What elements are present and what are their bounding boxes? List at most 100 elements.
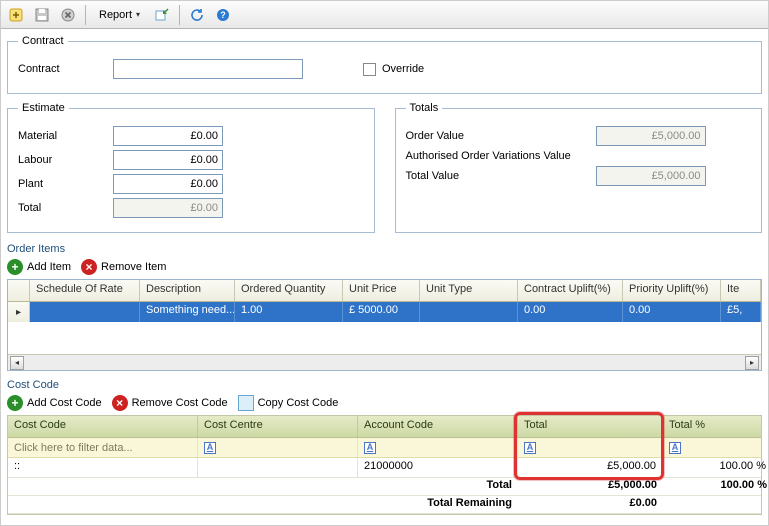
copy-cost-code-label: Copy Cost Code — [258, 397, 339, 409]
order-value-input — [596, 126, 706, 146]
col-schedule-of-rate[interactable]: Schedule Of Rate — [30, 280, 140, 301]
filter-pct[interactable]: A — [663, 438, 768, 457]
estimate-total-input — [113, 198, 223, 218]
report-label: Report — [99, 9, 132, 21]
filter-account[interactable]: A — [358, 438, 518, 457]
table-row[interactable]: ▸ Something need... 1.00 £ 5000.00 0.00 … — [8, 302, 761, 322]
filter-icon: A — [364, 442, 376, 454]
estimate-group: Estimate Material Labour Plant Total — [7, 102, 375, 233]
order-items-grid[interactable]: Schedule Of Rate Description Ordered Qua… — [7, 279, 762, 371]
add-item-button[interactable]: + Add Item — [7, 259, 71, 275]
cell-total[interactable]: £5,000.00 — [518, 458, 663, 477]
labour-input[interactable] — [113, 150, 223, 170]
col-total[interactable]: Total — [518, 416, 663, 437]
estimate-total-label: Total — [18, 202, 113, 214]
help-icon[interactable]: ? — [212, 4, 234, 26]
totals-row: Total £5,000.00 100.00 % — [8, 478, 761, 496]
add-cost-code-label: Add Cost Code — [27, 397, 102, 409]
contract-input[interactable] — [113, 59, 303, 79]
save-icon[interactable] — [31, 4, 53, 26]
remove-cost-code-label: Remove Cost Code — [132, 397, 228, 409]
footer-remain-label: Total Remaining — [358, 496, 518, 513]
remove-cost-code-button[interactable]: ×Remove Cost Code — [112, 395, 228, 411]
filter-centre[interactable]: A — [198, 438, 358, 457]
plant-input[interactable] — [113, 174, 223, 194]
cell-pct[interactable]: 100.00 % — [663, 458, 768, 477]
x-icon: × — [81, 259, 97, 275]
labour-label: Labour — [18, 154, 113, 166]
scroll-right-icon[interactable]: ▸ — [745, 356, 759, 370]
main-toolbar: Report ▾ ? — [1, 1, 768, 29]
override-label: Override — [382, 63, 424, 75]
col-ordered-quantity[interactable]: Ordered Quantity — [235, 280, 343, 301]
cell-centre[interactable] — [198, 458, 358, 477]
order-items-legend: Order Items — [7, 243, 762, 255]
col-total-pct[interactable]: Total % — [663, 416, 768, 437]
filter-hint[interactable]: Click here to filter data... — [8, 438, 198, 457]
col-description[interactable]: Description — [140, 280, 235, 301]
table-row[interactable]: :: 21000000 £5,000.00 100.00 % — [8, 458, 761, 478]
footer-total-label: Total — [358, 478, 518, 495]
contract-group: Contract Contract Override — [7, 35, 762, 94]
contract-label: Contract — [18, 63, 113, 75]
cell-itm[interactable]: £5, — [721, 302, 761, 322]
separator — [85, 5, 86, 25]
cancel-icon[interactable] — [57, 4, 79, 26]
col-unit-price[interactable]: Unit Price — [343, 280, 420, 301]
cell-utype[interactable] — [420, 302, 518, 322]
remaining-row: Total Remaining £0.00 — [8, 496, 761, 514]
material-input[interactable] — [113, 126, 223, 146]
cell-pup[interactable]: 0.00 — [623, 302, 721, 322]
cell-code[interactable]: :: — [8, 458, 198, 477]
total-value-input — [596, 166, 706, 186]
col-account-code[interactable]: Account Code — [358, 416, 518, 437]
cost-code-grid[interactable]: Cost Code Cost Centre Account Code Total… — [7, 415, 762, 515]
add-item-label: Add Item — [27, 261, 71, 273]
totals-legend: Totals — [406, 102, 443, 114]
order-value-label: Order Value — [406, 130, 596, 142]
filter-total[interactable]: A — [518, 438, 663, 457]
footer-remain-val: £0.00 — [518, 496, 663, 513]
cell-sor[interactable] — [30, 302, 140, 322]
col-cost-code[interactable]: Cost Code — [8, 416, 198, 437]
col-cost-centre[interactable]: Cost Centre — [198, 416, 358, 437]
cell-desc[interactable]: Something need... — [140, 302, 235, 322]
col-priority-uplift[interactable]: Priority Uplift(%) — [623, 280, 721, 301]
cost-code-legend: Cost Code — [7, 379, 762, 391]
svg-text:?: ? — [220, 10, 226, 20]
add-cost-code-button[interactable]: + Add Cost Code — [7, 395, 102, 411]
override-checkbox[interactable] — [363, 63, 376, 76]
cell-price[interactable]: £ 5000.00 — [343, 302, 420, 322]
filter-icon: A — [524, 442, 536, 454]
cell-account[interactable]: 21000000 — [358, 458, 518, 477]
separator — [179, 5, 180, 25]
row-indicator-icon: ▸ — [8, 302, 30, 322]
report-dropdown[interactable]: Report ▾ — [92, 4, 147, 26]
footer-total-val: £5,000.00 — [518, 478, 663, 495]
filter-icon: A — [204, 442, 216, 454]
remove-item-label: Remove Item — [101, 261, 166, 273]
contract-legend: Contract — [18, 35, 68, 47]
plus-icon: + — [7, 259, 23, 275]
row-indicator-header — [8, 280, 30, 301]
footer-total-pct: 100.00 % — [663, 478, 768, 495]
col-unit-type[interactable]: Unit Type — [420, 280, 518, 301]
remove-item-button[interactable]: × Remove Item — [81, 259, 166, 275]
new-icon[interactable] — [5, 4, 27, 26]
copy-cost-code-button[interactable]: Copy Cost Code — [238, 395, 339, 411]
estimate-legend: Estimate — [18, 102, 69, 114]
cell-cup[interactable]: 0.00 — [518, 302, 623, 322]
totals-group: Totals Order Value Authorised Order Vari… — [395, 102, 763, 233]
filter-icon: A — [669, 442, 681, 454]
chevron-down-icon: ▾ — [136, 10, 140, 19]
refresh-icon[interactable] — [186, 4, 208, 26]
total-value-label: Total Value — [406, 170, 596, 182]
plus-icon: + — [7, 395, 23, 411]
export-icon[interactable] — [151, 4, 173, 26]
cell-qty[interactable]: 1.00 — [235, 302, 343, 322]
col-item[interactable]: Ite — [721, 280, 761, 301]
scroll-left-icon[interactable]: ◂ — [10, 356, 24, 370]
copy-icon — [238, 395, 254, 411]
col-contract-uplift[interactable]: Contract Uplift(%) — [518, 280, 623, 301]
aov-label: Authorised Order Variations Value — [406, 150, 596, 162]
